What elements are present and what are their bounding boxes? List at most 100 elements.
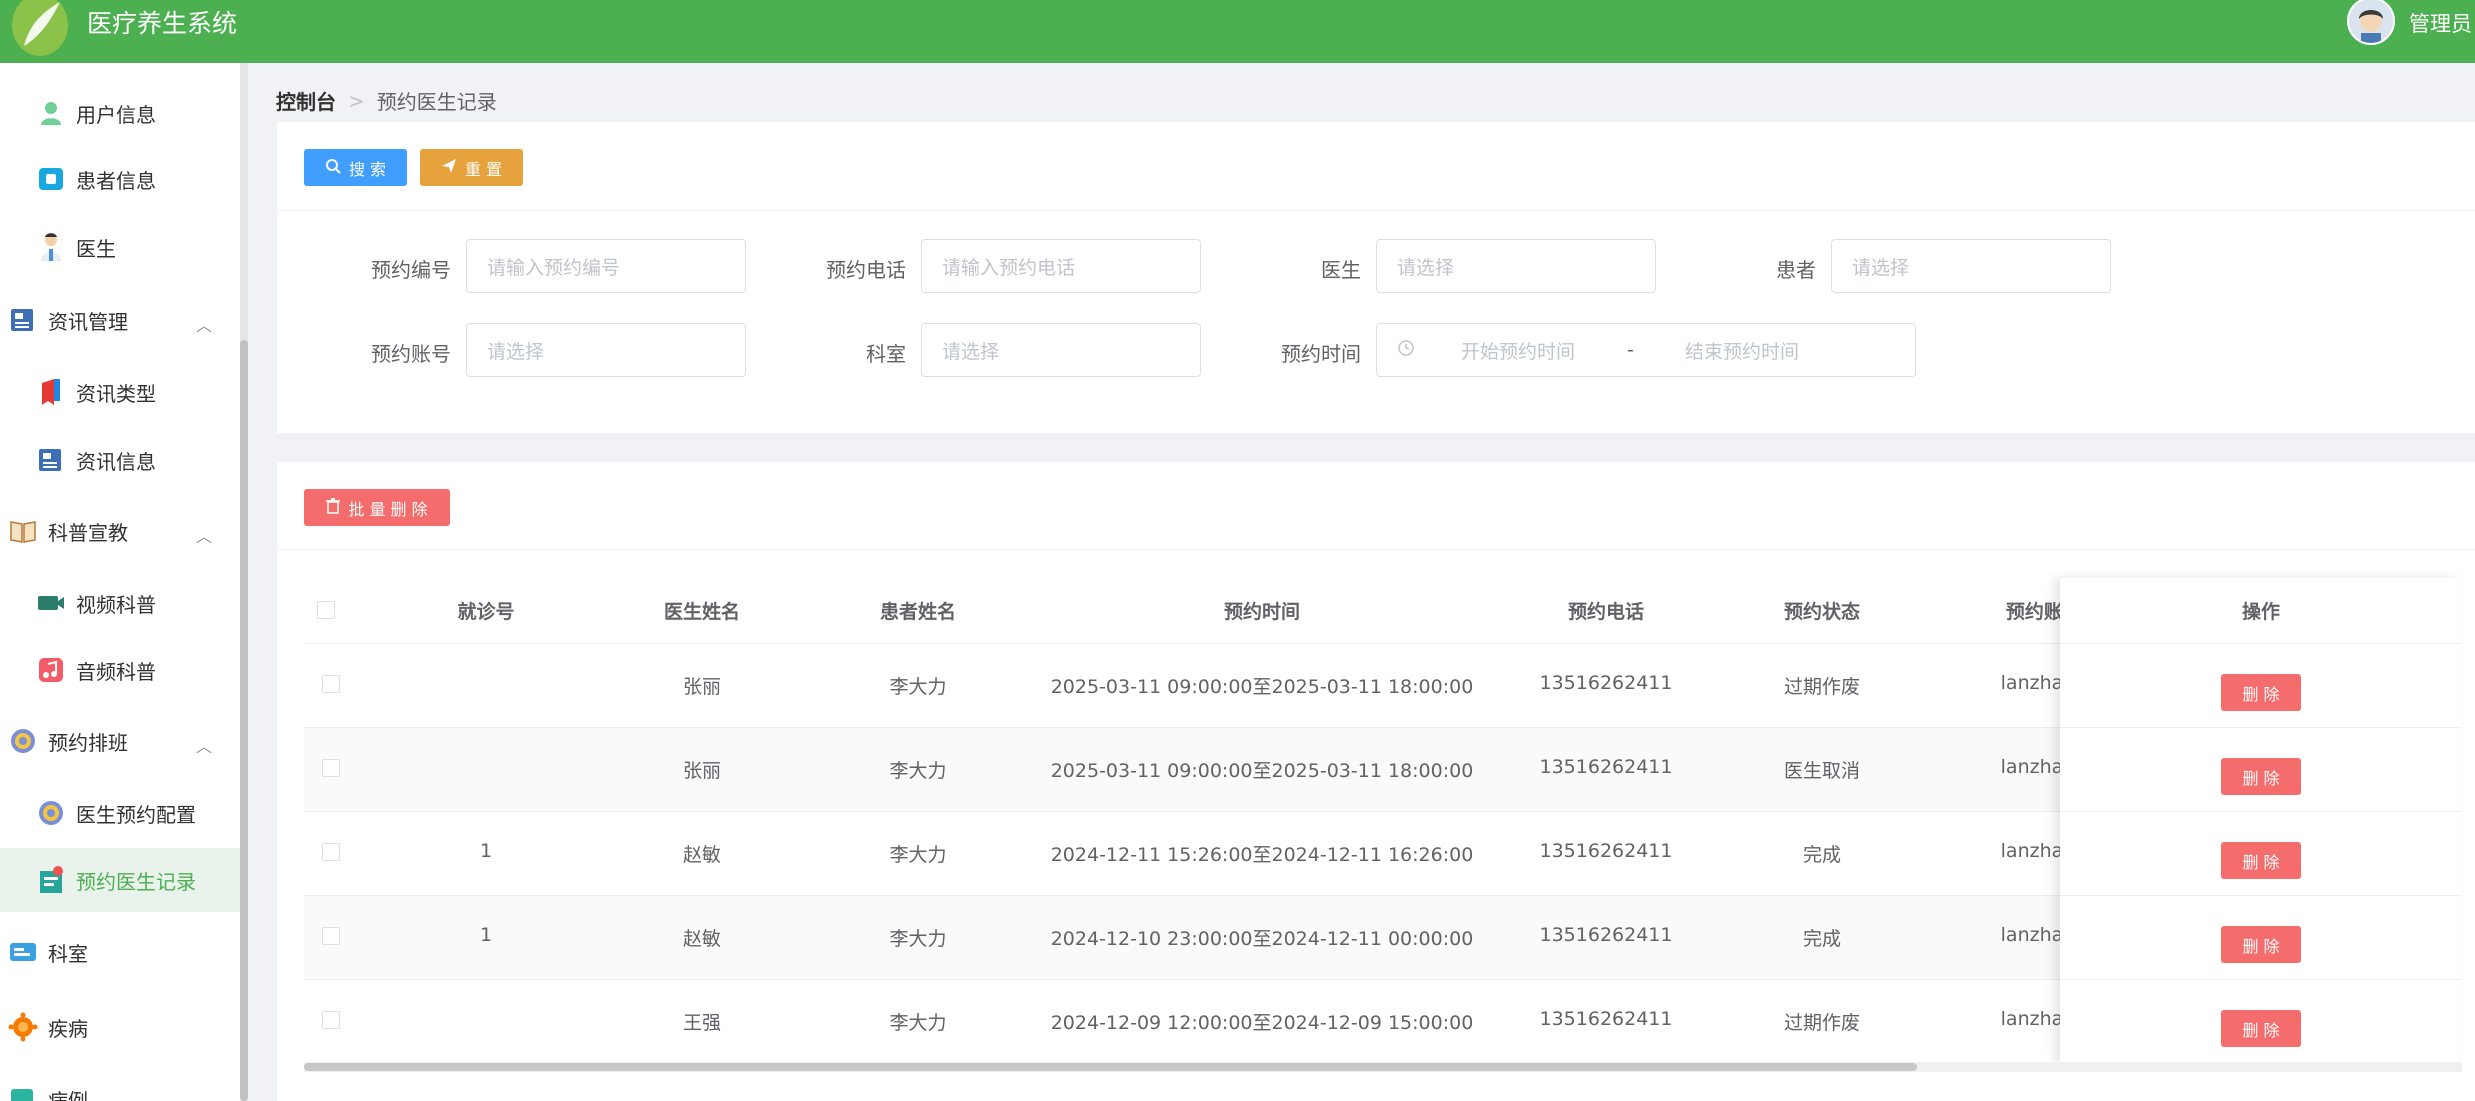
sidebar-item-label: 科室 [48, 941, 88, 966]
sidebar-item-department[interactable]: 科室 [0, 920, 240, 984]
sidebar-item-news-info[interactable]: 资讯信息 [0, 428, 240, 492]
news-icon [36, 445, 66, 475]
batch-delete-button[interactable]: 批 量 删 除 [304, 489, 450, 526]
cell-time: 2025-03-11 09:00:00至2025-03-11 18:00:00 [1050, 760, 1474, 782]
cell-patient: 李大力 [889, 676, 947, 698]
delete-button[interactable]: 删 除 [2221, 758, 2301, 795]
sidebar-item-label: 资讯类型 [76, 381, 156, 406]
delete-button[interactable]: 删 除 [2221, 674, 2301, 711]
delete-button[interactable]: 删 除 [2221, 842, 2301, 879]
appt-account-select[interactable]: 请选择 [466, 323, 746, 377]
department-icon [8, 937, 38, 967]
sidebar-item-label: 疾病 [48, 1016, 88, 1041]
cell-status: 医生取消 [1783, 760, 1860, 782]
avatar[interactable] [2347, 0, 2395, 45]
date-range-separator: - [1627, 339, 1634, 361]
sidebar-item-patient-info[interactable]: 患者信息 [0, 147, 240, 211]
doctor-icon [36, 232, 66, 262]
delete-button[interactable]: 删 除 [2221, 1010, 2301, 1047]
doctor-select[interactable]: 请选择 [1376, 239, 1656, 293]
sidebar-item-label: 预约排班 [48, 730, 128, 755]
cell-time: 2024-12-10 23:00:00至2024-12-11 00:00:00 [1050, 928, 1474, 950]
sidebar-item-label: 患者信息 [76, 168, 156, 193]
row-checkbox[interactable] [322, 927, 340, 945]
cell-status: 过期作废 [1783, 676, 1860, 698]
dept-select[interactable]: 请选择 [921, 323, 1201, 377]
cell-doctor: 王强 [682, 1012, 721, 1034]
sidebar-item-science-education[interactable]: 科普宣教 ︿ [0, 499, 240, 563]
sidebar-item-case[interactable]: 病例 [0, 1067, 240, 1101]
cell-phone: 13516262411 [1539, 672, 1673, 694]
sidebar-item-label: 用户信息 [76, 102, 156, 127]
row-checkbox[interactable] [322, 759, 340, 777]
end-time-input[interactable]: 结束预约时间 [1685, 337, 1799, 364]
gear-icon [8, 726, 38, 756]
cell-time: 2025-03-11 09:00:00至2025-03-11 18:00:00 [1050, 676, 1474, 698]
cell-status: 过期作废 [1783, 1012, 1860, 1034]
sidebar-item-audio-science[interactable]: 音频科普 [0, 638, 240, 702]
cell-doctor: 赵敏 [682, 928, 721, 950]
cell-phone: 13516262411 [1539, 924, 1673, 946]
send-icon [441, 158, 457, 178]
cell-visit-no: 1 [479, 840, 493, 862]
patient-select[interactable]: 请选择 [1831, 239, 2111, 293]
sidebar-item-news-management[interactable]: 资讯管理 ︿ [0, 288, 240, 352]
newspaper-icon [8, 305, 38, 335]
breadcrumb: 控制台 > 预约医生记录 [276, 86, 497, 115]
cell-phone: 13516262411 [1539, 1008, 1673, 1030]
breadcrumb-current: 预约医生记录 [376, 90, 497, 114]
appt-phone-input[interactable]: 请输入预约电话 [921, 239, 1201, 293]
row-divider [2060, 727, 2462, 728]
appt-account-label: 预约账号 [371, 342, 451, 366]
sidebar-item-label: 资讯管理 [48, 309, 128, 334]
sidebar-item-label: 科普宣教 [48, 520, 128, 545]
row-checkbox[interactable] [322, 843, 340, 861]
cell-doctor: 张丽 [682, 676, 721, 698]
doctor-label: 医生 [1321, 258, 1361, 282]
top-header: 医疗养生系统 管理员 [0, 0, 2475, 63]
user-name[interactable]: 管理员 [2409, 8, 2472, 38]
sidebar-item-disease[interactable]: 疾病 [0, 995, 240, 1059]
appt-time-range-picker[interactable]: 开始预约时间 - 结束预约时间 [1376, 323, 1916, 377]
col-appt-time: 预约时间 [1223, 601, 1300, 623]
row-divider [2060, 811, 2462, 812]
search-button-label: 搜 索 [348, 159, 387, 179]
start-time-input[interactable]: 开始预约时间 [1461, 337, 1575, 364]
appt-phone-label: 预约电话 [826, 258, 906, 282]
reset-button[interactable]: 重 置 [420, 149, 523, 186]
table-scrollbar-thumb[interactable] [304, 1063, 1917, 1071]
select-all-checkbox[interactable] [317, 601, 335, 619]
sidebar-item-label: 音频科普 [76, 659, 156, 684]
sidebar-item-appointment-records[interactable]: 预约医生记录 [0, 848, 240, 912]
col-appt-status: 预约状态 [1783, 601, 1860, 623]
sidebar-item-appointment-schedule[interactable]: 预约排班 ︿ [0, 709, 240, 773]
row-checkbox[interactable] [322, 1011, 340, 1029]
appt-no-input[interactable]: 请输入预约编号 [466, 239, 746, 293]
row-checkbox[interactable] [322, 675, 340, 693]
record-icon [8, 1084, 38, 1101]
breadcrumb-home[interactable]: 控制台 [276, 86, 336, 115]
user-icon [36, 98, 66, 128]
cell-phone: 13516262411 [1539, 756, 1673, 778]
col-patient-name: 患者姓名 [879, 601, 956, 623]
cell-time: 2024-12-09 12:00:00至2024-12-09 15:00:00 [1050, 1012, 1474, 1034]
delete-button[interactable]: 删 除 [2221, 926, 2301, 963]
cell-patient: 李大力 [889, 844, 947, 866]
breadcrumb-separator: > [348, 88, 365, 113]
search-button[interactable]: 搜 索 [304, 149, 407, 186]
sidebar-item-doctor-appointment-config[interactable]: 医生预约配置 [0, 781, 240, 845]
app-title: 医疗养生系统 [87, 9, 238, 38]
sidebar-item-video-science[interactable]: 视频科普 [0, 571, 240, 635]
sidebar-item-label: 预约医生记录 [76, 869, 196, 894]
gear-icon [36, 798, 66, 828]
trash-icon [326, 497, 341, 518]
sidebar-scrollbar-thumb[interactable] [240, 340, 248, 1101]
header-divider [2060, 643, 2462, 644]
sidebar-item-news-type[interactable]: 资讯类型 [0, 360, 240, 424]
book-icon [8, 516, 38, 546]
appointment-icon [36, 865, 66, 895]
sidebar-item-user-info[interactable]: 用户信息 [0, 81, 240, 145]
col-operation: 操作 [2241, 601, 2280, 623]
virus-icon [8, 1012, 38, 1042]
sidebar-item-doctor[interactable]: 医生 [0, 215, 240, 279]
